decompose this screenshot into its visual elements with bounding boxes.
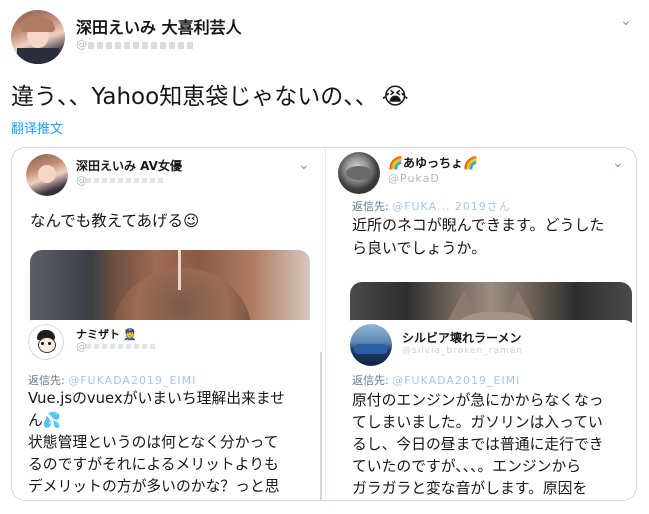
left-avatar[interactable] <box>26 154 68 196</box>
replying-to-label: 返信先: <box>352 374 389 387</box>
main-avatar[interactable] <box>11 10 65 64</box>
right-avatar[interactable] <box>338 152 380 194</box>
left-reply-line: 状態管理というのは何となく分かって <box>28 434 279 451</box>
left-reply-avatar[interactable] <box>28 324 64 360</box>
main-author-name[interactable]: 深田えいみ 大喜利芸人 <box>76 14 242 38</box>
right-reply-name[interactable]: シルビア壊れラーメン <box>402 329 522 346</box>
left-reply-replying-to: 返信先: @FUKADA2019_EIMI <box>28 372 196 388</box>
left-reply-text: Vue.jsのvuexがいまいち理解出来ませ ん💦 状態管理というのは何となく分… <box>28 388 313 498</box>
right-tweet-line: ら良いでしょうか。 <box>352 239 487 257</box>
right-tweet-line: 近所のネコが睨んできます。どうした <box>352 216 605 234</box>
replying-to-label: 返信先: <box>28 374 65 387</box>
right-reply-text: 原付のエンジンが急にかからなくなっ てしまいました。ガソリンは入ってい るし、今… <box>352 390 632 500</box>
left-reply-line: Vue.jsのvuexがいまいち理解出来ませ <box>28 390 285 407</box>
left-reply-card[interactable]: ナミザト 👮 @ 返信先: @FUKADA2019_EIMI Vue.jsのvue… <box>20 320 322 500</box>
police-emoji: 👮 <box>123 328 137 341</box>
right-replying-to: 返信先: @FUKA... 2019さん <box>352 198 511 214</box>
right-reply-line: てしまいました。ガソリンは入ってい <box>352 414 603 431</box>
replying-to-handle[interactable]: @FUKADA2019_EIMI <box>68 374 196 387</box>
right-reply-line: ガラガラと変な音がします。原因を <box>352 480 588 497</box>
right-caret-icon[interactable]: ⌄ <box>612 156 624 170</box>
right-tweet-text: 近所のネコが睨んできます。どうした ら良いでしょうか。 <box>352 214 632 260</box>
right-reply-card[interactable]: シルビア壊れラーメン @silvia_broken_ramen 返信先: @FU… <box>340 320 636 500</box>
left-author-name[interactable]: 深田えいみ AV女優 <box>76 157 182 174</box>
main-caret-icon[interactable]: ⌄ <box>620 14 632 28</box>
main-handle-blur <box>88 42 193 49</box>
translate-link[interactable]: 翻译推文 <box>11 118 63 137</box>
replying-to-handle[interactable]: @FUKA... 2019さん <box>392 200 511 213</box>
left-reply-handle-blur <box>86 344 156 349</box>
main-tweet-text-content: 違う、、Yahoo知恵袋じゃないの、、 <box>11 84 378 110</box>
replying-to-handle[interactable]: @FUKADA2019_EIMI <box>392 374 520 387</box>
main-author-handle[interactable]: @ <box>76 38 88 51</box>
left-panel: 深田えいみ AV女優 @ ⌄ なんでも教えてあげる😉 ナミザト 👮 @ 返信先:… <box>12 148 324 500</box>
right-reply-replying-to: 返信先: @FUKADA2019_EIMI <box>352 372 520 388</box>
right-panel: 🌈あゆっちょ🌈 @PukaD ⌄ 返信先: @FUKA... 2019さん 近所… <box>326 148 636 500</box>
right-reply-line: るし、今日の昼までは普通に走行でき <box>352 436 604 453</box>
thread-line <box>320 352 322 500</box>
right-reply-avatar[interactable] <box>350 324 392 366</box>
left-caret-icon[interactable]: ⌄ <box>298 158 310 172</box>
replying-to-label: 返信先: <box>352 200 389 213</box>
left-handle-blur <box>86 178 166 183</box>
main-tweet-text: 違う、、Yahoo知恵袋じゃないの、、 😭 <box>11 80 409 114</box>
right-reply-line: 原付のエンジンが急にかからなくなっ <box>352 392 604 409</box>
left-reply-line: るのですがそれによるメリットよりも <box>28 456 279 473</box>
right-reply-line: ていたのですが、、、。エンジンから <box>352 458 582 475</box>
right-author-handle[interactable]: @PukaD <box>388 172 440 185</box>
left-tweet-text: なんでも教えてあげる😉 <box>30 212 200 230</box>
media-card[interactable]: 深田えいみ AV女優 @ ⌄ なんでも教えてあげる😉 ナミザト 👮 @ 返信先:… <box>11 147 637 501</box>
right-author-name[interactable]: 🌈あゆっちょ🌈 <box>388 154 478 171</box>
left-reply-line: デメリットの方が多いのかな？っと思 <box>28 478 280 495</box>
left-reply-line: ん💦 <box>28 412 62 429</box>
crying-face-emoji: 😭 <box>381 84 409 110</box>
right-reply-handle[interactable]: @silvia_broken_ramen <box>402 346 523 356</box>
